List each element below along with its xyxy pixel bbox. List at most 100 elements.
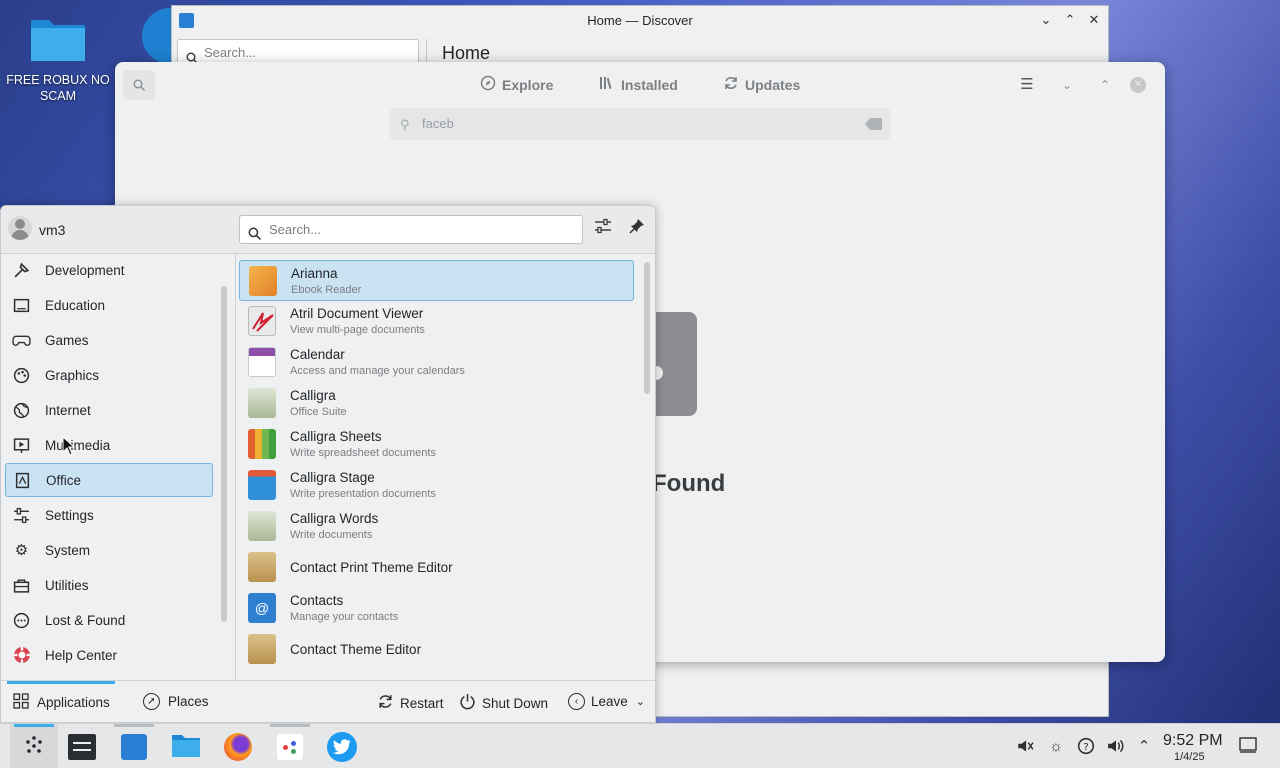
app-item-calligra-stage[interactable]: Calligra Stage Write presentation docume… — [239, 465, 634, 506]
category-help-center[interactable]: Help Center — [5, 638, 213, 672]
divider — [235, 254, 236, 680]
chevron-up-icon[interactable]: ⌃ — [1134, 737, 1154, 757]
category-education[interactable]: Education — [5, 288, 213, 322]
clock-time[interactable]: 9:52 PM — [1163, 732, 1223, 750]
app-list: Arianna Ebook Reader Atril Document View… — [239, 254, 635, 680]
app-item-calendar[interactable]: Calendar Access and manage your calendar… — [239, 342, 634, 383]
category-development[interactable]: Development — [5, 254, 213, 287]
taskbar-system-settings[interactable] — [58, 724, 106, 768]
taskbar-firefox[interactable] — [214, 724, 262, 768]
refresh-icon — [723, 75, 739, 94]
app-item-atril[interactable]: Atril Document Viewer View multi-page do… — [239, 301, 634, 342]
active-tab-indicator — [7, 681, 115, 684]
power-icon — [459, 693, 476, 713]
tab-installed[interactable]: Installed — [599, 75, 678, 94]
not-found-message: Found — [652, 470, 726, 497]
taskbar-discover[interactable] — [110, 724, 158, 768]
user-avatar-icon[interactable] — [8, 216, 32, 240]
page-title: Home — [442, 43, 491, 63]
window-title: Home — Discover — [587, 13, 693, 28]
search-query: faceb — [422, 116, 454, 131]
category-games[interactable]: Games — [5, 323, 213, 357]
tab-explore[interactable]: Explore — [480, 75, 553, 94]
brightness-icon[interactable]: ☼ — [1046, 737, 1066, 757]
help-icon[interactable]: ? — [1076, 737, 1096, 757]
multimedia-icon — [12, 436, 31, 455]
launcher-search-placeholder: Search... — [269, 222, 322, 237]
tab-places[interactable]: ➚ Places — [143, 693, 209, 710]
category-system[interactable]: ⚙ System — [5, 533, 213, 567]
search-icon: ⚲ — [400, 117, 410, 132]
close-icon[interactable]: ✕ — [1130, 77, 1146, 93]
app-item-calligra[interactable]: Calligra Office Suite — [239, 383, 634, 424]
tab-applications[interactable]: Applications — [13, 693, 110, 712]
not-found-icon — [649, 312, 697, 416]
app-item-arianna[interactable]: Arianna Ebook Reader — [239, 260, 634, 301]
volume-muted-icon[interactable] — [1015, 737, 1035, 757]
taskbar-file-manager[interactable] — [162, 724, 210, 768]
app-launcher-button[interactable] — [10, 724, 58, 768]
app-item-calligra-words[interactable]: Calligra Words Write documents — [239, 506, 634, 547]
taskbar-launcher-app[interactable] — [266, 724, 314, 768]
configure-icon[interactable] — [591, 218, 615, 242]
category-lost-found[interactable]: Lost & Found — [5, 603, 213, 637]
graphics-icon — [12, 366, 31, 385]
clock-date[interactable]: 1/4/25 — [1174, 751, 1205, 763]
lost-found-icon — [12, 611, 31, 630]
development-icon — [12, 261, 31, 280]
shutdown-button[interactable]: Shut Down — [459, 693, 548, 713]
restart-button[interactable]: Restart — [377, 693, 444, 713]
search-input[interactable]: ⚲ faceb — [390, 108, 890, 140]
username: vm3 — [39, 222, 66, 238]
category-utilities[interactable]: Utilities — [5, 568, 213, 602]
app-item-contacts[interactable]: @ Contacts Manage your contacts — [239, 588, 634, 629]
settings-icon — [12, 506, 31, 525]
utilities-icon — [12, 576, 31, 595]
volume-icon[interactable] — [1106, 737, 1126, 757]
contacts-icon: @ — [248, 593, 276, 623]
category-internet[interactable]: Internet — [5, 393, 213, 427]
calligra-words-icon — [248, 511, 276, 541]
show-desktop-icon[interactable] — [1238, 737, 1258, 757]
maximize-icon[interactable]: ⌃ — [1060, 10, 1080, 30]
search-icon — [248, 222, 261, 249]
maximize-icon[interactable]: ⌃ — [1094, 74, 1116, 96]
category-scrollbar[interactable] — [221, 286, 227, 622]
minimize-icon[interactable]: ⌄ — [1036, 10, 1056, 30]
category-multimedia[interactable]: Multimedia — [5, 428, 213, 462]
launcher-header: vm3 Search... — [1, 206, 655, 254]
internet-icon — [12, 401, 31, 420]
app-item-contact-print-theme-editor[interactable]: Contact Print Theme Editor — [239, 547, 634, 588]
minimize-icon[interactable]: ⌄ — [1056, 74, 1078, 96]
atril-icon — [248, 306, 276, 336]
office-icon — [13, 471, 32, 490]
leave-button[interactable]: ‹ Leave ⌄ — [568, 693, 645, 710]
calligra-icon — [248, 388, 276, 418]
svg-text:?: ? — [1083, 742, 1088, 753]
search-toggle-button[interactable] — [123, 70, 155, 100]
hamburger-menu-icon[interactable]: ☰ — [1016, 74, 1038, 96]
app-list-scrollbar[interactable] — [644, 262, 650, 394]
category-graphics[interactable]: Graphics — [5, 358, 213, 392]
launcher-search-input[interactable]: Search... — [239, 215, 583, 244]
compass-icon — [480, 75, 496, 94]
launcher-footer: Applications ➚ Places Restart Shut Down … — [1, 680, 655, 724]
folder-icon — [29, 12, 87, 64]
applications-grid-icon — [13, 693, 29, 712]
help-center-icon — [12, 646, 31, 665]
close-icon[interactable]: ✕ — [1084, 10, 1104, 30]
divider — [426, 39, 427, 63]
taskbar-twitter[interactable] — [318, 724, 366, 768]
compass-icon: ➚ — [143, 693, 160, 710]
app-item-contact-theme-editor[interactable]: Contact Theme Editor — [239, 629, 634, 670]
category-settings[interactable]: Settings — [5, 498, 213, 532]
titlebar[interactable]: Home — Discover ⌄ ⌃ ✕ — [172, 6, 1108, 34]
clear-text-icon[interactable] — [865, 118, 882, 130]
category-office[interactable]: Office — [5, 463, 213, 497]
tab-updates[interactable]: Updates — [723, 75, 800, 94]
app-item-calligra-sheets[interactable]: Calligra Sheets Write spreadsheet docume… — [239, 424, 634, 465]
desktop-folder-item[interactable]: FREE ROBUX NO SCAM — [4, 12, 112, 104]
mouse-cursor-icon — [62, 435, 76, 459]
pin-icon[interactable] — [625, 218, 649, 242]
folder-icon — [171, 732, 201, 761]
